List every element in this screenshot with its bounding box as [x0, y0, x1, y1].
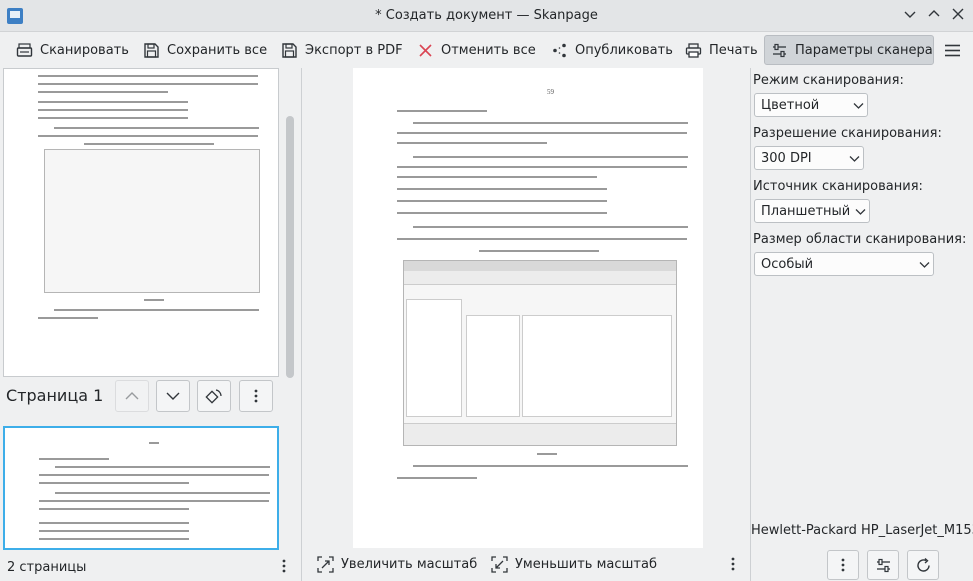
scanner-device-name: Hewlett-Packard HP_LaserJet_M1536dnf_MFP — [751, 523, 973, 538]
sliders-icon — [773, 43, 786, 57]
more-icon — [841, 558, 845, 572]
hamburger-menu-icon[interactable] — [938, 35, 967, 65]
scan-button[interactable]: Сканировать — [10, 35, 135, 65]
scan-mode-label: Режим сканирования: — [753, 73, 904, 88]
document-page: 59 — [353, 68, 703, 548]
scan-source-label: Источник сканирования: — [753, 179, 923, 194]
page-list-scrollbar[interactable] — [286, 116, 294, 378]
export-pdf-button[interactable]: Экспорт в PDF — [275, 35, 409, 65]
scan-area-value: Особый — [761, 256, 814, 272]
scan-mode-value: Цветной — [761, 97, 820, 113]
screenshot-figure — [403, 260, 677, 446]
page-number: 59 — [547, 88, 554, 96]
sliders-icon — [876, 558, 890, 572]
scan-label: Сканировать — [40, 42, 129, 58]
zoom-in-button[interactable]: Увеличить масштаб — [317, 553, 477, 575]
scan-source-select[interactable]: Планшетный — [754, 199, 870, 223]
page-more-options-button[interactable] — [239, 380, 273, 412]
scanner-options-panel: Режим сканирования: Цветной Разрешение с… — [750, 68, 973, 581]
save-icon — [282, 42, 297, 58]
print-button[interactable]: Печать — [679, 35, 764, 65]
share-icon — [553, 43, 566, 57]
all-options-button[interactable] — [867, 550, 899, 580]
resolution-value: 300 DPI — [761, 150, 812, 166]
share-button[interactable]: Опубликовать — [545, 35, 679, 65]
reload-devices-button[interactable] — [907, 550, 939, 580]
save-all-label: Сохранить все — [167, 42, 268, 58]
printer-icon — [685, 42, 702, 58]
window-title: * Создать документ — Skanpage — [375, 8, 598, 23]
cancel-icon — [419, 43, 432, 57]
scan-mode-select[interactable]: Цветной — [754, 93, 868, 117]
scanner-icon — [16, 42, 33, 57]
screenshot-figure — [44, 149, 260, 293]
close-window-icon[interactable] — [948, 6, 968, 26]
scan-source-value: Планшетный — [761, 203, 851, 219]
preview-menu-icon[interactable] — [723, 556, 743, 576]
page-list-panel: Страница 1 2 страницы — [0, 68, 302, 581]
main-toolbar: Сканировать Сохранить все Экспорт в PDF … — [0, 32, 973, 68]
print-label: Печать — [709, 42, 758, 58]
zoom-out-button[interactable]: Уменьшить масштаб — [491, 553, 657, 575]
chevron-down-icon — [915, 259, 933, 270]
maximize-icon[interactable] — [924, 6, 944, 26]
page-thumbnail-1[interactable] — [3, 68, 279, 377]
cancel-all-label: Отменить все — [441, 42, 536, 58]
chevron-down-icon — [845, 153, 863, 164]
scan-area-label: Размер области сканирования: — [753, 232, 967, 247]
chevron-down-icon — [849, 100, 867, 111]
move-page-up-button[interactable] — [115, 380, 149, 412]
document-preview-area: 59 Увеличить масштаб Уменьшить масштаб — [303, 68, 750, 581]
cancel-all-button[interactable]: Отменить все — [411, 35, 542, 65]
share-label: Опубликовать — [575, 42, 673, 58]
zoom-in-icon — [317, 555, 334, 573]
resolution-label: Разрешение сканирования: — [753, 126, 942, 141]
move-page-down-button[interactable] — [156, 380, 190, 412]
save-all-button[interactable]: Сохранить все — [137, 35, 273, 65]
page-label: Страница 1 — [6, 386, 104, 405]
zoom-out-label: Уменьшить масштаб — [515, 556, 657, 572]
page-list-menu-icon[interactable] — [274, 558, 294, 578]
scanner-options-label: Параметры сканера — [795, 42, 933, 58]
pages-count: 2 страницы — [7, 560, 87, 575]
scanner-options-button[interactable]: Параметры сканера — [764, 35, 934, 65]
save-icon — [144, 42, 159, 58]
refresh-icon — [916, 557, 930, 572]
scan-area-select[interactable]: Особый — [754, 252, 934, 276]
title-bar: * Создать документ — Skanpage — [0, 0, 973, 32]
export-pdf-label: Экспорт в PDF — [305, 42, 403, 58]
minimize-icon[interactable] — [900, 6, 920, 26]
device-menu-button[interactable] — [827, 550, 859, 580]
zoom-out-icon — [491, 555, 508, 573]
resolution-select[interactable]: 300 DPI — [754, 146, 864, 170]
chevron-down-icon — [851, 206, 869, 217]
rotate-page-button[interactable] — [197, 380, 231, 412]
page-thumbnail-2[interactable] — [3, 426, 279, 550]
zoom-in-label: Увеличить масштаб — [341, 556, 478, 572]
